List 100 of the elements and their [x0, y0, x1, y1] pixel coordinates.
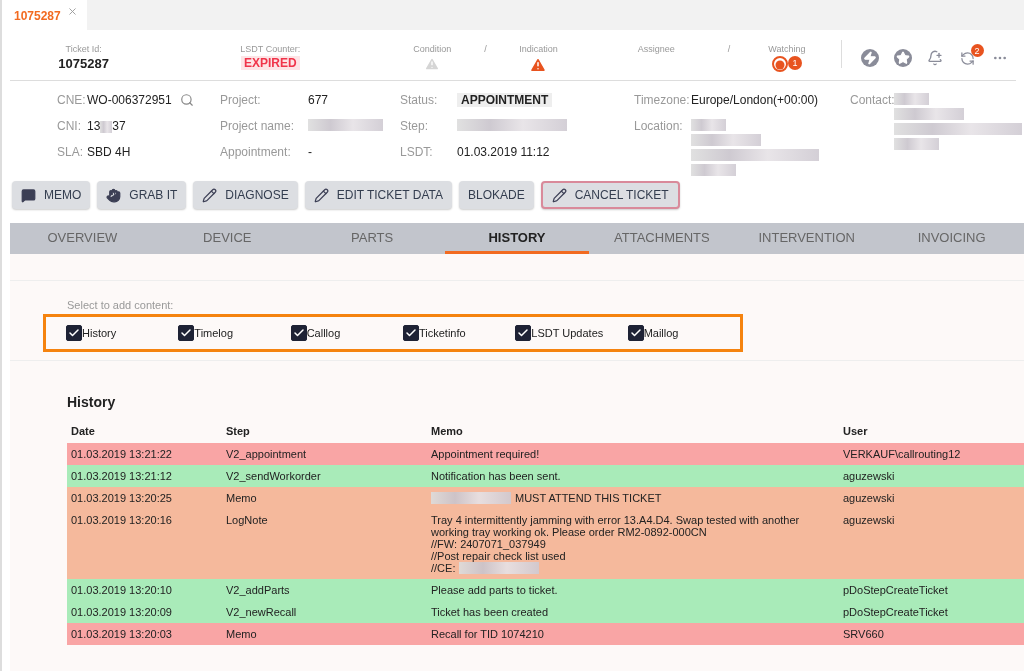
close-icon[interactable]	[66, 6, 78, 17]
action-button[interactable]: BLOKADE	[458, 181, 534, 209]
table-cell-text: 01.03.2019 13:20:25	[70, 491, 173, 506]
memo-text: //FW: 2407071_037949	[431, 538, 546, 550]
table-cell-text: 01.03.2019 13:20:09	[70, 605, 173, 620]
field-value: 13 37	[87, 119, 126, 133]
pencil-icon	[313, 187, 329, 203]
memo-text: MUST ATTEND THIS TICKET	[515, 492, 662, 504]
field-label: LSDT:	[400, 145, 434, 159]
table-cell-text: Memo	[225, 491, 258, 506]
field-label: Contact:	[850, 93, 894, 107]
warning-icon	[529, 56, 548, 74]
action-button[interactable]: EDIT TICKET DATA	[304, 181, 452, 209]
field-label: Status:	[400, 93, 439, 107]
pencil-icon	[551, 187, 567, 203]
table-cell-text: 01.03.2019 13:20:16	[70, 513, 173, 528]
field-label: CNE:	[57, 93, 87, 107]
checkbox[interactable]	[403, 325, 419, 341]
checkbox[interactable]	[515, 325, 532, 341]
action-button[interactable]: MEMO	[12, 181, 91, 209]
table-cell-text: V2_newRecall	[225, 605, 298, 620]
field-value: Europe/London(+00:00)	[691, 93, 819, 107]
check-icon	[68, 327, 80, 339]
watcher-badge[interactable]: 1	[771, 56, 802, 72]
field-label: Condition	[413, 44, 452, 54]
memo-text: //CE:	[431, 562, 456, 574]
document-tab[interactable]: 1075287	[2, 0, 87, 30]
nav-tab[interactable]: DEVICE	[154, 223, 300, 254]
field-value: SBD 4H	[87, 145, 131, 159]
memo-text: Ticket has been created	[431, 606, 548, 618]
table-cell-text: aguzewski	[842, 491, 896, 506]
check-icon	[180, 327, 193, 339]
memo-icon	[21, 187, 36, 203]
section-title: History	[67, 394, 117, 410]
count-badge: 1	[787, 56, 802, 70]
field-value: 01.03.2019 11:12	[457, 145, 550, 159]
checkbox[interactable]	[66, 325, 82, 341]
checkbox-label: Maillog	[643, 327, 679, 339]
field-label: Location:	[634, 119, 684, 133]
hint-text: Select to add content:	[67, 299, 175, 311]
check-icon	[405, 327, 417, 339]
table-cell-text: pDoStepCreateTicket	[842, 605, 949, 620]
memo-text: working tray working ok. Please order RM2-0892-000CN	[431, 526, 707, 538]
field-label: CNI:	[57, 119, 82, 133]
table-cell-text: V2_addParts	[225, 583, 291, 598]
action-button[interactable]: DIAGNOSE	[193, 181, 298, 209]
action-button[interactable]: CANCEL TICKET	[540, 181, 680, 209]
checkbox-label: LSDT Updates	[531, 327, 604, 339]
refresh-icon[interactable]	[959, 50, 975, 66]
table-cell-text: 01.03.2019 13:20:03	[70, 627, 173, 642]
checkbox[interactable]	[627, 325, 644, 341]
table-cell-text: LogNote	[225, 513, 269, 528]
table-cell-text: 01.03.2019 13:21:22	[70, 447, 173, 462]
checkbox[interactable]	[290, 325, 307, 341]
pencil-icon	[202, 187, 218, 203]
table-cell-text: 01.03.2019 13:20:10	[70, 583, 173, 598]
separator: /	[726, 44, 732, 54]
checkbox-label: History	[82, 327, 117, 339]
expired-badge: EXPIRED	[240, 56, 300, 70]
table-cell-text: 01.03.2019 13:21:12	[70, 469, 173, 484]
memo-text: Notification has been sent.	[431, 470, 561, 482]
lightning-icon[interactable]	[861, 49, 880, 67]
table-cell-text: SRV660	[842, 627, 885, 642]
status-badge: APPOINTMENT	[457, 93, 553, 107]
action-button[interactable]: GRAB IT	[97, 181, 187, 209]
checkbox-label: Timelog	[194, 327, 234, 339]
table-cell-text: Memo	[225, 627, 258, 642]
memo-text: Please add parts to ticket.	[431, 584, 558, 596]
separator: /	[483, 44, 488, 54]
nav-tab[interactable]: INTERVENTION	[734, 223, 880, 254]
field-label: Timezone:	[634, 93, 691, 107]
table-cell-text: aguzewski	[842, 513, 896, 528]
nav-tab[interactable]: OVERVIEW	[10, 223, 155, 254]
field-label: Appointment:	[220, 145, 292, 159]
memo-text: Recall for TID 1074210	[431, 628, 544, 640]
field-label: Indication	[519, 44, 558, 54]
memo-text: //Post repair check list used	[431, 550, 566, 562]
field-label: Project:	[220, 93, 262, 107]
nav-tab[interactable]: ATTACHMENTS	[589, 223, 735, 254]
bell-plus-icon[interactable]	[926, 50, 943, 66]
search-icon[interactable]	[179, 93, 194, 107]
check-icon	[517, 327, 530, 339]
ticket-id: 1075287	[58, 56, 109, 71]
checkbox[interactable]	[178, 325, 195, 341]
field-label: SLA:	[57, 145, 84, 159]
field-value: WO-006372951	[87, 93, 172, 107]
table-cell-text: VERKAUF\callrouting12	[842, 447, 962, 462]
field-value: -	[308, 145, 312, 159]
column-header: Date	[70, 424, 96, 439]
field-label: Project name:	[220, 119, 296, 133]
field-label: Ticket Id:	[65, 44, 102, 54]
count-badge: 2	[970, 44, 984, 57]
nav-tab[interactable]: PARTS	[299, 223, 445, 254]
column-header: Memo	[430, 424, 464, 439]
field-label: Watching	[768, 44, 806, 54]
memo-text: Appointment required!	[431, 448, 540, 460]
star-icon[interactable]	[893, 49, 912, 67]
field-label: Assignee	[637, 44, 675, 54]
table-cell-text: V2_sendWorkorder	[225, 469, 322, 484]
nav-tab[interactable]: INVOICING	[879, 223, 1024, 254]
